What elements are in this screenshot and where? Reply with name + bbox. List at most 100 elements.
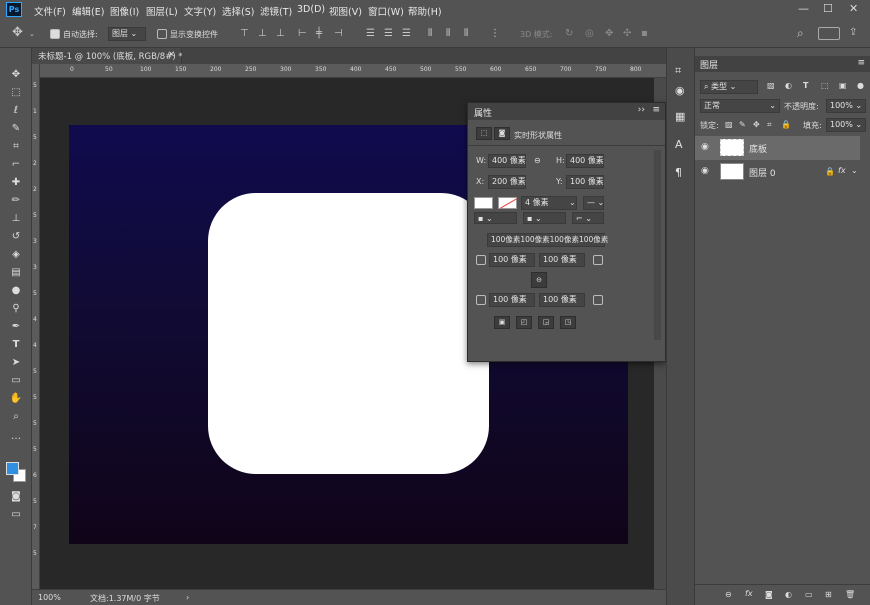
show-transform-checkbox[interactable]: [157, 29, 167, 39]
align-top-icon[interactable]: ⊤: [240, 28, 249, 40]
subtract-shapes-icon[interactable]: ◰: [516, 316, 532, 329]
pen-tool-icon[interactable]: ✒: [9, 320, 23, 334]
character-panel-icon[interactable]: A: [675, 138, 683, 151]
lock-transparent-icon[interactable]: ▨: [725, 120, 733, 129]
3d-roll-icon[interactable]: ◎: [585, 28, 594, 40]
quick-select-tool-icon[interactable]: ✎: [9, 122, 23, 136]
foreground-color-swatch[interactable]: [6, 462, 19, 475]
stroke-width-dropdown-icon[interactable]: ⌄: [569, 198, 576, 207]
3d-pan-icon[interactable]: ✥: [605, 28, 613, 40]
share-icon[interactable]: ⇪: [849, 27, 857, 39]
corner-tr-field[interactable]: 100 像素: [539, 253, 585, 267]
lock-artboard-icon[interactable]: ⌗: [767, 120, 772, 130]
document-tab[interactable]: 未标题-1 @ 100% (底板, RGB/8#) * ✕: [32, 48, 183, 64]
corner-br-field[interactable]: 100 像素: [539, 293, 585, 307]
combine-shapes-icon[interactable]: ▣: [494, 316, 510, 329]
expand-effects-icon[interactable]: ⌄: [851, 166, 858, 175]
add-style-icon[interactable]: fx: [745, 589, 753, 598]
layer-row-selected[interactable]: ◉ 底板: [695, 136, 860, 160]
rounded-rectangle-shape[interactable]: [208, 193, 489, 474]
marquee-tool-icon[interactable]: ⬚: [9, 86, 23, 100]
path-select-tool-icon[interactable]: ➤: [9, 356, 23, 370]
horizontal-ruler[interactable]: 0 50 100 150 200 250 300 350 400 450 500 550 600 650 7…: [40, 64, 666, 78]
healing-tool-icon[interactable]: ✚: [9, 176, 23, 190]
fill-field[interactable]: 100% ⌄: [826, 118, 866, 132]
align-bottom-icon[interactable]: ⊥: [276, 28, 285, 40]
minimize-button[interactable]: —: [798, 2, 809, 15]
align-vcenter-icon[interactable]: ⊥: [258, 28, 267, 40]
distribute-left-icon[interactable]: ⫴: [428, 28, 432, 40]
type-tool-icon[interactable]: T: [9, 338, 23, 352]
new-group-icon[interactable]: ▭: [805, 590, 813, 599]
status-menu-arrow-icon[interactable]: ›: [186, 593, 189, 602]
auto-select-checkbox[interactable]: [50, 29, 60, 39]
filter-adjust-icon[interactable]: ◐: [785, 81, 792, 90]
stroke-caps-dropdown[interactable]: ▪ ⌄: [523, 212, 566, 224]
new-adjustment-icon[interactable]: ◐: [785, 590, 792, 599]
corner-radii-summary-field[interactable]: 100像素100像素100像素100像素: [487, 233, 608, 247]
maximize-button[interactable]: ☐: [823, 2, 833, 15]
close-button[interactable]: ✕: [849, 2, 858, 15]
delete-layer-icon[interactable]: 🗑: [845, 590, 855, 599]
vertical-ruler[interactable]: 5 1 5 2 2 5 3 3 5 4 4 5 5 5 5 6 5 7 5: [32, 64, 40, 589]
move-tool-icon[interactable]: ✥: [12, 26, 23, 39]
distribute-vcenter-icon[interactable]: ☰: [384, 28, 393, 40]
layer-name[interactable]: 图层 0: [749, 166, 776, 179]
distribute-hcenter-icon[interactable]: ⫴: [446, 28, 450, 40]
brush-tool-icon[interactable]: ✏: [9, 194, 23, 208]
zoom-tool-icon[interactable]: ⌕: [9, 410, 23, 424]
auto-align-icon[interactable]: ⋮: [490, 28, 500, 40]
adjustments-panel-icon[interactable]: ◉: [675, 84, 685, 97]
stroke-swatch[interactable]: [498, 197, 517, 209]
layer-fx-icon[interactable]: fx: [838, 166, 846, 175]
history-brush-tool-icon[interactable]: ↺: [9, 230, 23, 244]
lock-image-icon[interactable]: ✎: [739, 120, 746, 129]
quick-mask-icon[interactable]: ◙: [9, 490, 23, 504]
collapse-panel-icon[interactable]: ››: [638, 105, 645, 115]
width-field[interactable]: 400 像素: [488, 154, 526, 168]
menu-3d[interactable]: 3D(D): [297, 4, 325, 15]
fill-swatch[interactable]: [474, 197, 493, 209]
close-tab-icon[interactable]: ✕: [168, 50, 175, 60]
tool-preset-chevron-icon[interactable]: ⌄: [29, 28, 35, 40]
height-field[interactable]: 400 像素: [566, 154, 604, 168]
stroke-type-dropdown[interactable]: — ⌄: [583, 196, 604, 210]
lock-all-icon[interactable]: 🔒: [781, 120, 791, 129]
stroke-corners-dropdown[interactable]: ⌐ ⌄: [572, 212, 604, 224]
paragraph-panel-icon[interactable]: ¶: [675, 166, 682, 179]
eye-icon[interactable]: ◉: [701, 142, 709, 152]
stroke-align-dropdown[interactable]: ▪ ⌄: [474, 212, 517, 224]
intersect-shapes-icon[interactable]: ◲: [538, 316, 554, 329]
dodge-tool-icon[interactable]: ⚲: [9, 302, 23, 316]
workspace-icon[interactable]: [818, 27, 840, 40]
eraser-tool-icon[interactable]: ◈: [9, 248, 23, 262]
document-info[interactable]: 文档:1.37M/0 字节: [90, 593, 160, 604]
link-layers-icon[interactable]: ⊖: [725, 590, 732, 599]
3d-orbit-icon[interactable]: ↻: [565, 28, 573, 40]
mask-properties-icon[interactable]: ◙: [494, 127, 510, 140]
add-mask-icon[interactable]: ◙: [765, 590, 773, 599]
eye-icon[interactable]: ◉: [701, 166, 709, 176]
layer-name[interactable]: 底板: [749, 142, 767, 155]
menu-layer[interactable]: 图层(L): [146, 4, 178, 18]
lasso-tool-icon[interactable]: ℓ: [9, 104, 23, 118]
zoom-level[interactable]: 100%: [38, 593, 61, 602]
auto-select-dropdown[interactable]: 图层 ⌄: [108, 27, 146, 41]
blend-mode-dropdown[interactable]: 正常 ⌄: [700, 99, 780, 113]
distribute-top-icon[interactable]: ☰: [366, 28, 375, 40]
filter-type-icon[interactable]: T: [803, 81, 808, 90]
rectangle-tool-icon[interactable]: ▭: [9, 374, 23, 388]
align-hcenter-icon[interactable]: ╪: [316, 28, 322, 40]
crop-panel-icon[interactable]: ⌗: [675, 64, 681, 78]
link-corners-icon[interactable]: ⊖: [531, 272, 547, 288]
crop-tool-icon[interactable]: ⌗: [9, 140, 23, 154]
properties-scrollbar[interactable]: [654, 150, 661, 340]
screen-mode-icon[interactable]: ▭: [9, 508, 23, 522]
distribute-right-icon[interactable]: ⫴: [464, 28, 468, 40]
align-left-icon[interactable]: ⊢: [298, 28, 307, 40]
hand-tool-icon[interactable]: ✋: [9, 392, 23, 406]
menu-help[interactable]: 帮助(H): [408, 4, 442, 18]
eyedropper-tool-icon[interactable]: ⌐: [9, 158, 23, 172]
3d-slide-icon[interactable]: ✣: [623, 28, 631, 40]
exclude-shapes-icon[interactable]: ◳: [560, 316, 576, 329]
